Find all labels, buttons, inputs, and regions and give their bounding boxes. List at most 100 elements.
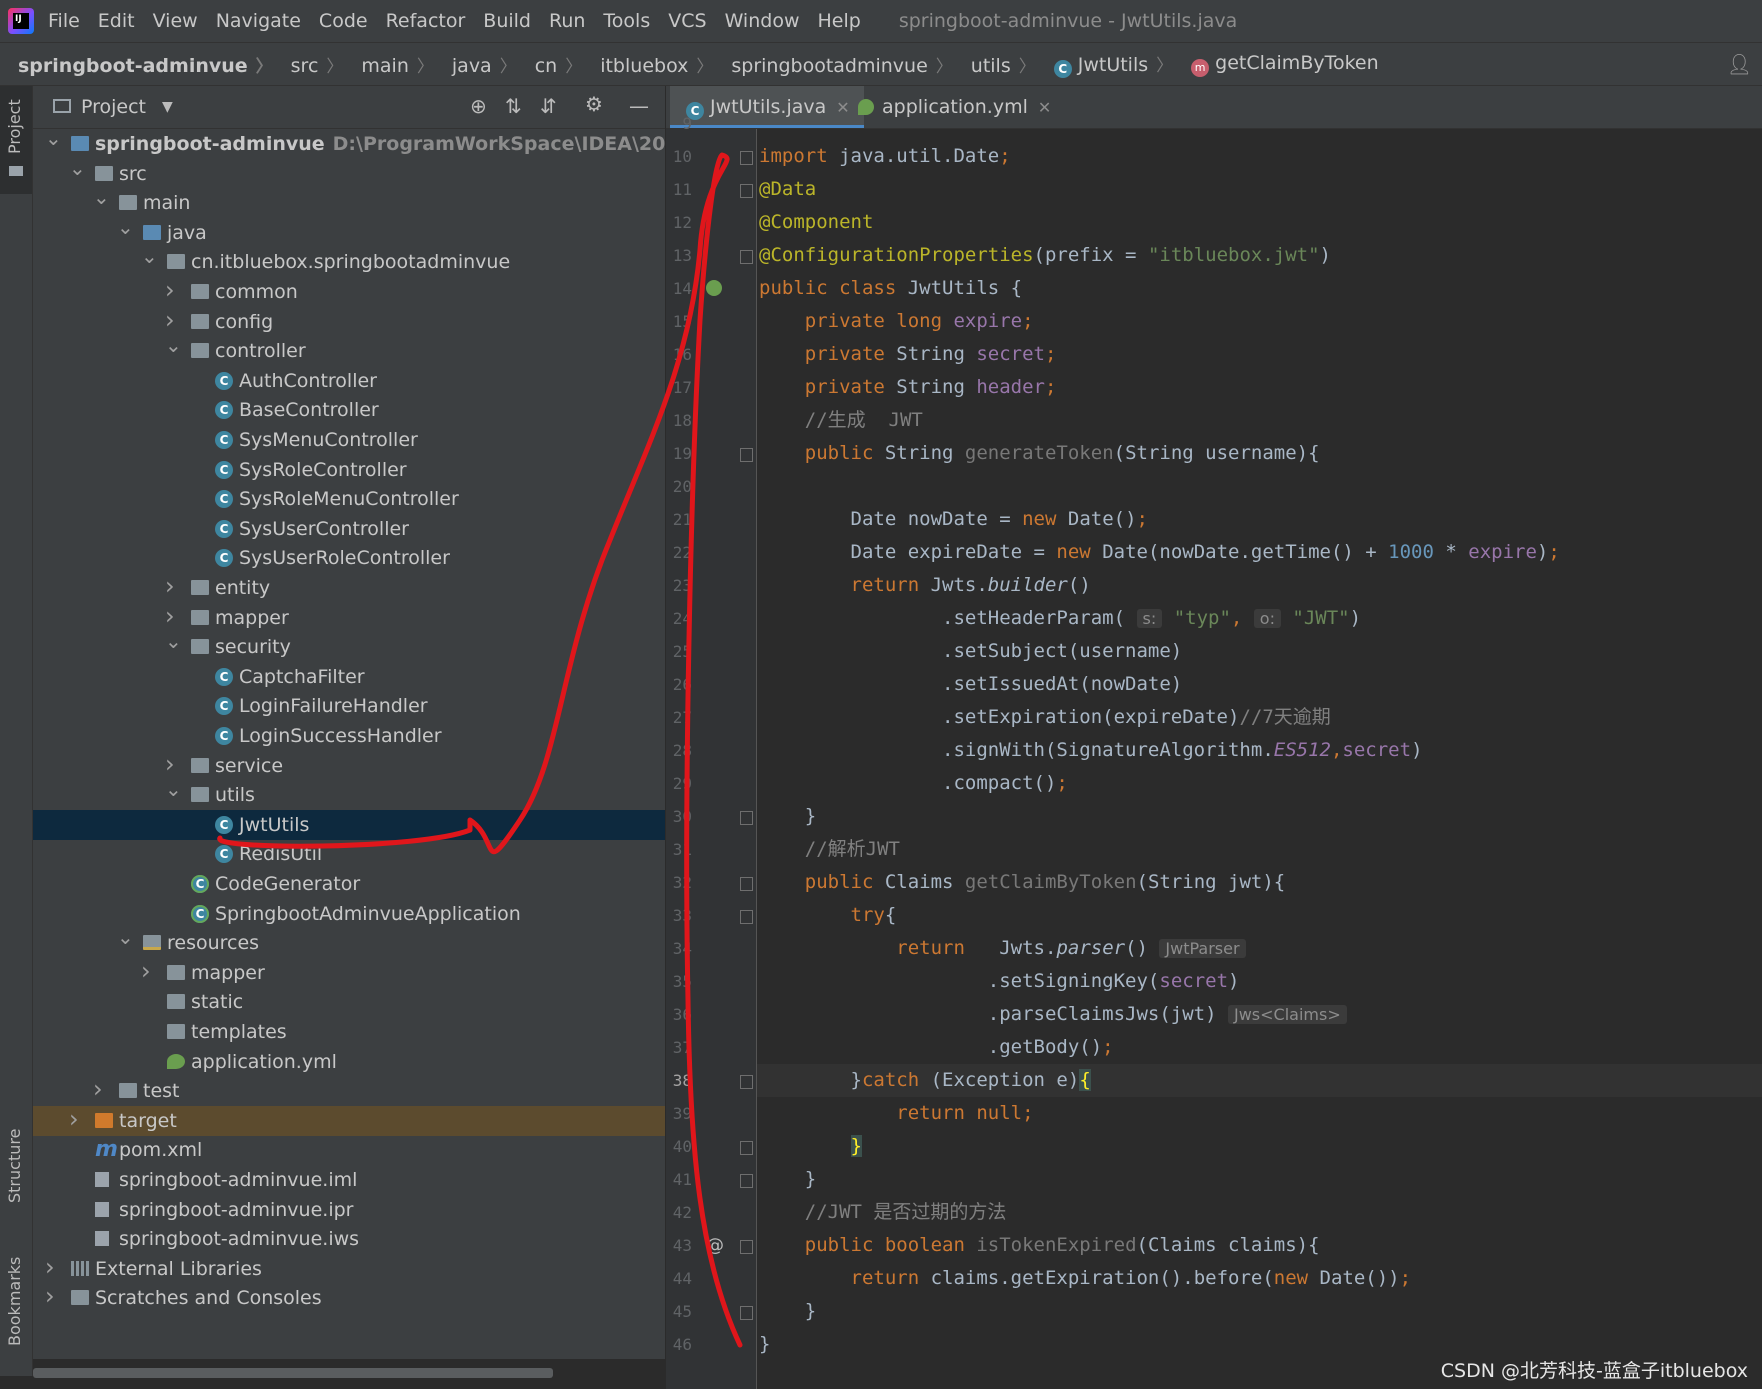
code-line[interactable]: return Jwts.builder() <box>757 569 1762 602</box>
tree-item[interactable]: › External Libraries <box>33 1253 665 1284</box>
code-line[interactable]: Date expireDate = new Date(nowDate.getTi… <box>757 536 1762 569</box>
menu-window[interactable]: Window <box>725 10 800 32</box>
chevron-down-icon[interactable]: ⌄ <box>45 129 62 153</box>
tree-item[interactable]: ⌄ controller <box>33 333 665 366</box>
code-line[interactable]: import java.util.Date; <box>757 140 1762 173</box>
breadcrumb-item[interactable]: main 〉 <box>343 52 433 77</box>
tree-item[interactable]: ⌄ security <box>33 629 665 662</box>
fold-marker-icon[interactable] <box>740 1141 753 1155</box>
chevron-right-icon[interactable]: › <box>45 1281 59 1311</box>
tree-item[interactable]: C LoginSuccessHandler <box>33 721 665 751</box>
chevron-right-icon[interactable]: › <box>165 275 179 305</box>
code-line[interactable]: .compact(); <box>757 767 1762 800</box>
code-line[interactable]: } <box>757 800 1762 833</box>
code-line[interactable]: } <box>757 1295 1762 1328</box>
tree-item[interactable]: C JwtUtils <box>33 809 665 840</box>
fold-marker-icon[interactable] <box>740 877 753 891</box>
horizontal-scrollbar[interactable] <box>33 1368 553 1378</box>
breadcrumb-item[interactable]: cn 〉 <box>517 52 583 77</box>
tree-item[interactable]: C AuthController <box>33 366 665 396</box>
chevron-right-icon[interactable]: › <box>69 1104 83 1134</box>
tree-item[interactable]: C CodeGenerator <box>33 869 665 899</box>
code-line[interactable]: @Data <box>757 173 1762 206</box>
code-line[interactable]: .parseClaimsJws(jwt) Jws<Claims> <box>757 998 1762 1031</box>
tree-item[interactable]: › config <box>33 306 665 337</box>
tree-item[interactable]: templates <box>33 1017 665 1047</box>
code-line[interactable]: public Claims getClaimByToken(String jwt… <box>757 866 1762 899</box>
spring-bean-icon[interactable] <box>706 280 722 296</box>
tree-item[interactable]: C SysRoleMenuController <box>33 484 665 514</box>
tree-item[interactable]: C RedisUtil <box>33 839 665 869</box>
breadcrumb-item[interactable]: m getClaimByToken <box>1173 52 1379 77</box>
code-line[interactable]: @ConfigurationProperties(prefix = "itblu… <box>757 239 1762 272</box>
bookmarks-tool-window-button[interactable]: Bookmarks <box>5 1257 24 1346</box>
breadcrumb-item[interactable]: utils 〉 <box>953 52 1036 77</box>
gear-icon[interactable]: ⚙ <box>585 92 603 116</box>
tree-item[interactable]: ⌄ cn.itbluebox.springbootadminvue <box>33 244 665 277</box>
tree-item[interactable]: ⌄ resources <box>33 925 665 958</box>
tree-item[interactable]: C SysUserRoleController <box>33 543 665 573</box>
tree-item[interactable]: › test <box>33 1074 665 1106</box>
breadcrumb-item[interactable]: src 〉 <box>273 52 344 77</box>
code-line[interactable]: .setSubject(username) <box>757 635 1762 668</box>
code-line[interactable]: return null; <box>757 1097 1762 1130</box>
tree-item[interactable]: › target <box>33 1104 665 1136</box>
fold-marker-icon[interactable] <box>740 1306 753 1320</box>
chevron-right-icon[interactable]: › <box>165 571 179 601</box>
chevron-down-icon[interactable]: ▼ <box>162 99 173 115</box>
code-line[interactable]: public class JwtUtils { <box>757 272 1762 305</box>
chevron-down-icon[interactable]: ⌄ <box>165 330 182 360</box>
tree-item[interactable]: C CaptchaFilter <box>33 662 665 692</box>
fold-marker-icon[interactable] <box>740 811 753 825</box>
tree-item[interactable]: ⌄ src <box>33 156 665 189</box>
code-line[interactable]: private long expire; <box>757 305 1762 338</box>
tree-item[interactable]: ⌄ springboot-adminvue D:\ProgramWorkSpace\… <box>33 129 665 159</box>
tree-item[interactable]: › mapper <box>33 602 665 633</box>
tree-item[interactable]: › mapper <box>33 956 665 988</box>
menu-code[interactable]: Code <box>319 10 368 32</box>
code-line[interactable]: //解析JWT <box>757 833 1762 866</box>
fold-marker-icon[interactable] <box>740 1075 753 1089</box>
code-line[interactable]: public boolean isTokenExpired(Claims cla… <box>757 1229 1762 1262</box>
breadcrumb-item[interactable]: java 〉 <box>434 52 517 77</box>
code-line[interactable]: .setIssuedAt(nowDate) <box>757 668 1762 701</box>
tree-item[interactable]: springboot-adminvue.ipr <box>33 1195 665 1225</box>
fold-marker-icon[interactable] <box>740 184 753 198</box>
annotation-gutter-icon[interactable]: @ <box>706 1235 724 1256</box>
tree-item[interactable]: m pom.xml <box>33 1135 665 1165</box>
editor-gutter[interactable]: 9 10 11 12 13 14 15 16 17 18 19 20 21 22 23 24 25 26 27 28 2… <box>666 114 757 1389</box>
chevron-down-icon[interactable]: ⌄ <box>141 241 158 271</box>
code-line[interactable]: } <box>757 1163 1762 1196</box>
menu-help[interactable]: Help <box>817 10 860 32</box>
code-line[interactable]: return Jwts.parser() JwtParser <box>757 932 1762 965</box>
fold-marker-icon[interactable] <box>740 151 753 165</box>
code-line[interactable]: //生成 JWT <box>757 404 1762 437</box>
menu-navigate[interactable]: Navigate <box>216 10 301 32</box>
fold-marker-icon[interactable] <box>740 250 753 264</box>
fold-marker-icon[interactable] <box>740 448 753 462</box>
code-line[interactable]: .setHeaderParam( s: "typ", o: "JWT") <box>757 602 1762 635</box>
code-line[interactable]: //JWT 是否过期的方法 <box>757 1196 1762 1229</box>
code-line[interactable]: .setExpiration(expireDate)//7天逾期 <box>757 701 1762 734</box>
code-editor[interactable]: import java.util.Date; @Data @Component @Co… <box>757 129 1762 1389</box>
fold-marker-icon[interactable] <box>740 910 753 924</box>
menu-tools[interactable]: Tools <box>603 10 650 32</box>
chevron-right-icon[interactable]: › <box>141 956 155 986</box>
menu-run[interactable]: Run <box>549 10 585 32</box>
tree-item[interactable]: › Scratches and Consoles <box>33 1281 665 1313</box>
project-view-selector[interactable]: Project <box>81 96 146 118</box>
code-line[interactable]: .signWith(SignatureAlgorithm.ES512,secre… <box>757 734 1762 767</box>
chevron-down-icon[interactable]: ⌄ <box>165 626 182 656</box>
tree-item[interactable]: › common <box>33 275 665 307</box>
project-tool-window-button[interactable]: Project <box>5 99 24 154</box>
breadcrumb-item[interactable]: C JwtUtils 〉 <box>1036 51 1173 78</box>
code-line[interactable]: .getBody(); <box>757 1031 1762 1064</box>
code-line[interactable]: private String secret; <box>757 338 1762 371</box>
tree-item[interactable]: static <box>33 987 665 1017</box>
menu-build[interactable]: Build <box>483 10 531 32</box>
menu-edit[interactable]: Edit <box>98 10 135 32</box>
chevron-right-icon[interactable]: › <box>93 1074 107 1104</box>
code-line[interactable]: Date nowDate = new Date(); <box>757 503 1762 536</box>
code-line[interactable]: public String generateToken(String usern… <box>757 437 1762 470</box>
code-line[interactable]: .setSigningKey(secret) <box>757 965 1762 998</box>
